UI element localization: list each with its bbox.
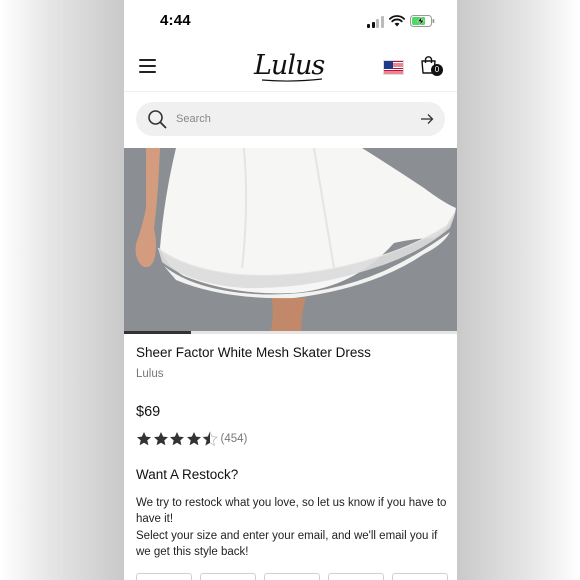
restock-heading: Want A Restock?	[136, 467, 239, 482]
product-rating[interactable]: (454)	[136, 431, 247, 447]
lulus-logo[interactable]: Lulus	[254, 49, 325, 83]
star-icon	[170, 432, 184, 446]
search-icon[interactable]	[147, 109, 167, 129]
size-option[interactable]	[328, 573, 384, 580]
size-option[interactable]	[264, 573, 320, 580]
blurred-backdrop-left	[0, 0, 124, 580]
star-icon	[137, 432, 151, 446]
phone-screen: 4:44 Lulus 0 Search Sheer Factor White M…	[124, 0, 457, 580]
product-brand[interactable]: Lulus	[136, 368, 164, 380]
search-input[interactable]	[176, 110, 406, 128]
cellular-signal-icon	[367, 16, 384, 28]
star-icon	[186, 432, 201, 446]
carousel-progress-fill	[124, 331, 191, 334]
image-carousel-progress	[124, 331, 457, 334]
star-icon	[153, 432, 168, 446]
product-title: Sheer Factor White Mesh Skater Dress	[136, 345, 371, 360]
logo-text: Lulus	[254, 50, 325, 81]
dress-illustration	[124, 148, 457, 332]
battery-charging-icon	[410, 15, 435, 27]
blurred-backdrop-right	[456, 0, 580, 580]
size-option[interactable]	[136, 573, 192, 580]
product-price: $69	[136, 404, 161, 420]
logo-swash	[262, 78, 322, 82]
top-navigation: Lulus 0	[124, 44, 457, 92]
wifi-icon	[389, 15, 405, 27]
size-option[interactable]	[200, 573, 256, 580]
product-image[interactable]	[124, 148, 457, 332]
arrow-right-icon[interactable]	[420, 113, 434, 125]
hamburger-menu-icon[interactable]	[139, 58, 157, 74]
size-option[interactable]	[392, 573, 448, 580]
search-bar	[136, 102, 445, 136]
half-star-icon	[202, 431, 218, 447]
restock-line-2: Select your size and enter your email, a…	[136, 529, 438, 558]
us-flag-icon[interactable]	[383, 60, 404, 75]
cart-count-badge[interactable]: 0	[431, 64, 443, 76]
restock-line-1: We try to restock what you love, so let …	[136, 497, 447, 526]
size-selector	[136, 573, 448, 580]
status-time: 4:44	[160, 12, 191, 29]
restock-description: We try to restock what you love, so let …	[136, 495, 448, 560]
review-count[interactable]: (454)	[221, 433, 248, 445]
status-bar: 4:44	[124, 0, 457, 44]
